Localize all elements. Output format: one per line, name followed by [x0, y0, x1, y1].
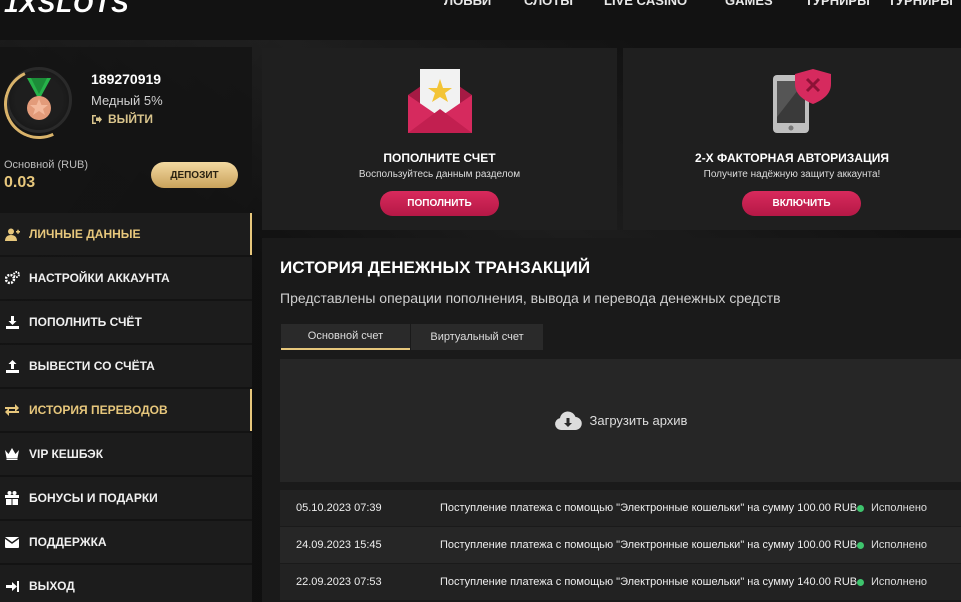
sidebar-item-vip-cashback[interactable]: VIP КЕШБЭК — [0, 433, 252, 475]
logout-link[interactable]: ВЫЙТИ — [91, 112, 153, 126]
row-status: Исполнено — [857, 502, 927, 514]
sidebar-item-label: НАСТРОЙКИ АККАУНТА — [29, 271, 170, 285]
cloud-download-icon — [554, 410, 582, 430]
sidebar-item-support[interactable]: ПОДДЕРЖКА — [0, 521, 252, 563]
page-title: ИСТОРИЯ ДЕНЕЖНЫХ ТРАНЗАКЦИЙ — [280, 258, 591, 277]
tab-main-account[interactable]: Основной счет — [281, 324, 410, 350]
sidebar-item-personal-data[interactable]: ЛИЧНЫЕ ДАННЫЕ — [0, 213, 252, 255]
row-date: 22.09.2023 07:53 — [296, 576, 382, 588]
row-description: Поступление платежа с помощью "Электронн… — [440, 575, 858, 588]
gift-icon — [4, 490, 20, 506]
sidebar-item-label: ВЫХОД — [29, 579, 75, 593]
sidebar-item-exit[interactable]: ВЫХОД — [0, 565, 252, 602]
page-description: Представлены операции пополнения, вывода… — [280, 290, 781, 306]
balance-label: Основной (RUB) — [4, 159, 89, 171]
exchange-icon — [4, 402, 20, 418]
status-dot-icon — [857, 578, 864, 586]
envelope-star-icon — [408, 69, 472, 133]
top-navigation: 1XSLOTS ЛОББИ СЛОТЫ LIVE CASINO GAMES ТУ… — [0, 0, 961, 40]
sidebar-item-account-settings[interactable]: НАСТРОЙКИ АККАУНТА — [0, 257, 252, 299]
nav-item-live-casino[interactable]: LIVE CASINO — [604, 0, 687, 8]
logout-label: ВЫЙТИ — [108, 112, 153, 126]
table-row: 24.09.2023 15:45 Поступление платежа с п… — [280, 527, 961, 564]
upload-icon — [4, 358, 20, 374]
sidebar-item-label: БОНУСЫ И ПОДАРКИ — [29, 491, 158, 505]
row-status: Исполнено — [857, 576, 927, 588]
transactions-table: 05.10.2023 07:39 Поступление платежа с п… — [280, 490, 961, 601]
nav-item-games[interactable]: GAMES — [725, 0, 773, 8]
deposit-button[interactable]: ДЕПОЗИТ — [151, 162, 238, 188]
sidebar-menu: ЛИЧНЫЕ ДАННЫЕ НАСТРОЙКИ АККАУНТА ПОПОЛНИ… — [0, 213, 252, 602]
profile-panel: 189270919 Медный 5% ВЫЙТИ Основной (RUB)… — [0, 47, 252, 207]
table-row: 22.09.2023 07:53 Поступление платежа с п… — [280, 564, 961, 601]
sidebar-item-label: ПОДДЕРЖКА — [29, 535, 107, 549]
user-id: 189270919 — [91, 71, 162, 87]
row-status: Исполнено — [857, 539, 927, 551]
user-plus-icon — [4, 226, 20, 242]
nav-item-promo[interactable]: ТУРНИРЫ — [805, 0, 870, 8]
nav-item-tournaments[interactable]: ТУРНИРЫ — [888, 0, 953, 8]
two-factor-card: 2-Х ФАКТОРНАЯ АВТОРИЗАЦИЯ Получите надёж… — [623, 48, 961, 230]
sidebar: 189270919 Медный 5% ВЫЙТИ Основной (RUB)… — [0, 47, 252, 602]
balance-value: 0.03 — [4, 174, 36, 191]
sidebar-item-label: ВЫВЕСТИ СО СЧЁТА — [29, 359, 155, 373]
sidebar-item-label: VIP КЕШБЭК — [29, 447, 104, 461]
status-label: Исполнено — [871, 576, 928, 588]
status-label: Исполнено — [871, 502, 928, 514]
crown-icon — [4, 446, 20, 462]
download-archive-label: Загрузить архив — [589, 413, 688, 428]
enable-2fa-button[interactable]: ВКЛЮЧИТЬ — [742, 191, 861, 216]
sidebar-item-transfer-history[interactable]: ИСТОРИЯ ПЕРЕВОДОВ — [0, 389, 252, 431]
tab-virtual-account[interactable]: Виртуальный счет — [411, 324, 543, 350]
sidebar-item-deposit[interactable]: ПОПОЛНИТЬ СЧЁТ — [0, 301, 252, 343]
two-factor-card-title: 2-Х ФАКТОРНАЯ АВТОРИЗАЦИЯ — [695, 151, 889, 165]
two-factor-card-subtitle: Получите надёжную защиту аккаунта! — [703, 169, 881, 180]
download-icon — [4, 314, 20, 330]
status-dot-icon — [857, 504, 864, 512]
nav-item-lobby[interactable]: ЛОББИ — [444, 0, 491, 8]
status-dot-icon — [857, 541, 864, 549]
logout-icon — [4, 578, 20, 594]
sidebar-item-bonuses[interactable]: БОНУСЫ И ПОДАРКИ — [0, 477, 252, 519]
sidebar-item-label: ИСТОРИЯ ПЕРЕВОДОВ — [29, 403, 168, 417]
deposit-card-subtitle: Воспользуйтесь данным разделом — [358, 169, 521, 180]
gears-icon — [4, 270, 20, 286]
replenish-button[interactable]: ПОПОЛНИТЬ — [380, 191, 499, 216]
table-row: 05.10.2023 07:39 Поступление платежа с п… — [280, 490, 961, 527]
transaction-history-panel: ИСТОРИЯ ДЕНЕЖНЫХ ТРАНЗАКЦИЙ Представлены… — [262, 238, 961, 602]
status-label: Исполнено — [871, 539, 928, 551]
row-date: 24.09.2023 15:45 — [296, 539, 382, 551]
row-description: Поступление платежа с помощью "Электронн… — [440, 501, 858, 514]
deposit-card-title: ПОПОЛНИТЕ СЧЕТ — [383, 151, 496, 165]
deposit-card: ПОПОЛНИТЕ СЧЕТ Воспользуйтесь данным раз… — [262, 48, 617, 230]
row-description: Поступление платежа с помощью "Электронн… — [440, 538, 858, 551]
row-date: 05.10.2023 07:39 — [296, 502, 382, 514]
nav-item-slots[interactable]: СЛОТЫ — [524, 0, 573, 8]
tablet-shield-icon — [773, 69, 831, 133]
sidebar-item-label: ЛИЧНЫЕ ДАННЫЕ — [29, 227, 141, 241]
sidebar-item-label: ПОПОЛНИТЬ СЧЁТ — [29, 315, 142, 329]
envelope-icon — [4, 534, 20, 550]
user-level: Медный 5% — [91, 93, 163, 108]
logout-icon — [92, 114, 102, 124]
download-archive-button[interactable]: Загрузить архив — [280, 359, 961, 482]
sidebar-item-withdraw[interactable]: ВЫВЕСТИ СО СЧЁТА — [0, 345, 252, 387]
site-logo[interactable]: 1XSLOTS — [4, 0, 129, 19]
